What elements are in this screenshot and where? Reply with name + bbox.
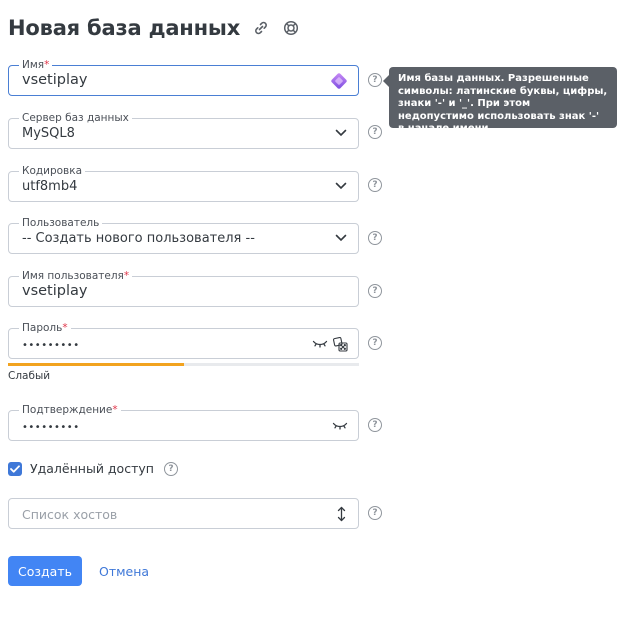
page-title: Новая база данных: [8, 16, 241, 40]
dice-generate-icon[interactable]: [332, 336, 348, 352]
remote-access-help-icon[interactable]: ?: [163, 461, 178, 476]
username-label: Имя пользователя*: [19, 270, 133, 282]
password-strength-fill: [8, 363, 184, 366]
password-strength-bar: [8, 363, 359, 366]
password-field[interactable]: Пароль* •••••••••: [8, 322, 359, 359]
db-name-field[interactable]: Имя* vsetiplay: [8, 59, 359, 96]
password-label: Пароль*: [19, 322, 71, 334]
lifebuoy-icon[interactable]: [282, 19, 300, 37]
remote-access-label[interactable]: Удалённый доступ: [30, 461, 154, 476]
encoding-label: Кодировка: [19, 165, 86, 177]
password-help-icon[interactable]: ?: [368, 336, 382, 350]
db-server-select[interactable]: Сервер баз данных MySQL8: [8, 112, 359, 149]
password-confirm-value[interactable]: •••••••••: [22, 423, 80, 433]
hosts-list-input[interactable]: Список хостов: [8, 498, 359, 529]
resize-vertical-icon[interactable]: [336, 506, 346, 522]
password-strength-label: Слабый: [8, 370, 51, 382]
hosts-list-help-icon[interactable]: ?: [368, 506, 382, 520]
encoding-select[interactable]: Кодировка utf8mb4: [8, 165, 359, 202]
user-select[interactable]: Пользователь -- Создать нового пользоват…: [8, 217, 359, 254]
checkmark-icon: [10, 464, 20, 473]
db-name-value[interactable]: vsetiplay: [22, 72, 87, 88]
user-value: -- Создать нового пользователя --: [22, 231, 255, 246]
username-field[interactable]: Имя пользователя* vsetiplay: [8, 270, 359, 307]
remote-access-checkbox[interactable]: [8, 461, 22, 476]
password-confirm-field[interactable]: Подтверждение* •••••••••: [8, 404, 359, 441]
db-server-help-icon[interactable]: ?: [368, 125, 382, 139]
password-confirm-label: Подтверждение*: [19, 404, 121, 416]
eye-closed-icon[interactable]: [312, 337, 328, 351]
chevron-down-icon[interactable]: [335, 234, 347, 242]
remote-access-row: Удалённый доступ ?: [8, 461, 178, 476]
eye-closed-icon[interactable]: [332, 419, 348, 433]
db-name-tooltip: Имя базы данных. Разрешенные символы: ла…: [383, 67, 617, 134]
username-help-icon[interactable]: ?: [368, 284, 382, 298]
page-header: Новая база данных: [8, 16, 300, 40]
user-help-icon[interactable]: ?: [368, 231, 382, 245]
encoding-help-icon[interactable]: ?: [368, 178, 382, 192]
chevron-down-icon[interactable]: [335, 129, 347, 137]
magic-gem-icon[interactable]: [329, 71, 349, 91]
db-server-label: Сервер баз данных: [19, 112, 132, 124]
db-server-value: MySQL8: [22, 126, 75, 141]
db-name-label: Имя*: [19, 59, 53, 71]
link-icon[interactable]: [252, 19, 270, 37]
user-label: Пользователь: [19, 217, 103, 229]
cancel-button[interactable]: Отмена: [99, 564, 149, 579]
username-value[interactable]: vsetiplay: [22, 283, 87, 299]
hosts-list-placeholder: Список хостов: [22, 507, 118, 522]
encoding-value: utf8mb4: [22, 179, 78, 194]
db-name-help-icon[interactable]: ?: [368, 73, 382, 87]
password-confirm-help-icon[interactable]: ?: [368, 418, 382, 432]
chevron-down-icon[interactable]: [335, 182, 347, 190]
password-value[interactable]: •••••••••: [22, 341, 80, 351]
create-button[interactable]: Создать: [8, 556, 82, 586]
